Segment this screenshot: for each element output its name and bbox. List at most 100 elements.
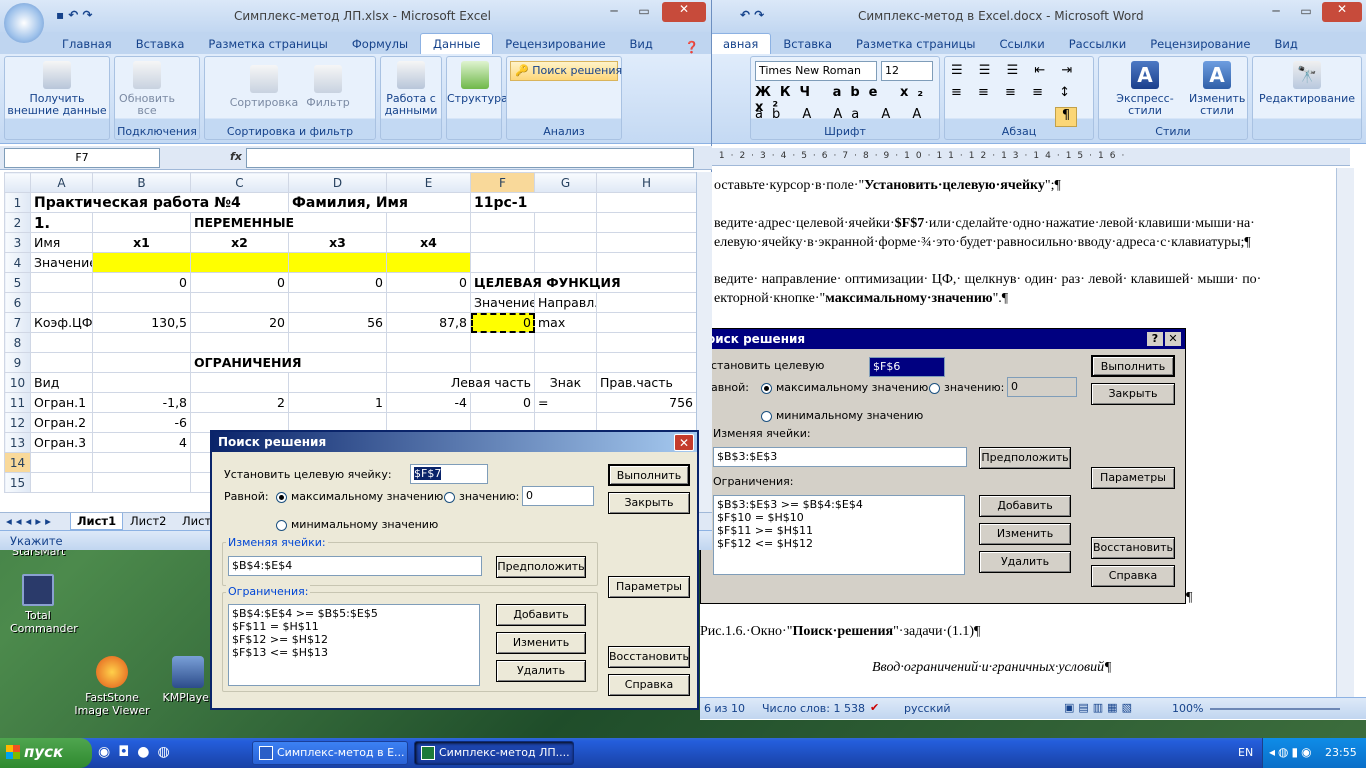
cell-a4[interactable]: Значение xyxy=(30,252,93,273)
cell-h11[interactable]: 756 xyxy=(596,392,697,413)
cell-f5[interactable]: ЦЕЛЕВАЯ ФУНКЦИЯ xyxy=(470,272,697,293)
tab-view[interactable]: Вид xyxy=(618,34,665,54)
tab-mailings[interactable]: Рассылки xyxy=(1057,34,1138,54)
col-header[interactable]: G xyxy=(534,172,597,193)
value-field[interactable]: 0 xyxy=(522,486,594,506)
tab-home[interactable]: авная xyxy=(710,33,772,54)
tab-formulas[interactable]: Формулы xyxy=(340,34,420,54)
status-page[interactable]: 6 из 10 xyxy=(704,702,745,715)
express-styles-button[interactable]: A Экспресс-стили xyxy=(1103,61,1187,117)
cell-d11[interactable]: 1 xyxy=(288,392,387,413)
tab-page-layout[interactable]: Разметка страницы xyxy=(196,34,339,54)
sheet-tab-1[interactable]: Лист1 xyxy=(70,513,124,530)
cell-d5[interactable]: 0 xyxy=(288,272,387,293)
list-buttons[interactable]: ☰ ☰ ☰ ⇤ ⇥ xyxy=(951,63,1078,78)
zoom-level[interactable]: 100% xyxy=(1172,702,1203,715)
cell-e4[interactable] xyxy=(386,252,471,273)
formula-input[interactable] xyxy=(246,148,694,168)
sheet-nav-icons[interactable]: ◂◂◂▸▸ xyxy=(6,514,55,528)
cell-g10[interactable]: Знак xyxy=(534,372,597,393)
maximize-icon[interactable]: ▭ xyxy=(630,4,658,18)
close-button[interactable]: Закрыть xyxy=(608,492,690,514)
minimize-icon[interactable]: ─ xyxy=(600,4,628,18)
cell-a7[interactable]: Коэф.ЦФ xyxy=(30,312,93,333)
cell-a12[interactable]: Огран.2 xyxy=(30,412,93,433)
minimize-icon[interactable]: ─ xyxy=(1262,4,1290,22)
clock[interactable]: 23:55 xyxy=(1325,746,1357,759)
cell-a1[interactable]: Практическая работа №4 xyxy=(30,192,289,213)
cell-b13[interactable]: 4 xyxy=(92,432,191,453)
restore-button[interactable]: Восстановить xyxy=(608,646,690,668)
cell-b4[interactable] xyxy=(92,252,191,273)
cell-g11[interactable]: = xyxy=(534,392,597,413)
cell-f11[interactable]: 0 xyxy=(470,392,535,413)
cell-a11[interactable]: Огран.1 xyxy=(30,392,93,413)
color-buttons[interactable]: ab A Aa A A xyxy=(755,107,930,122)
cell-g6[interactable]: Направл. xyxy=(534,292,597,313)
cell-b5[interactable]: 0 xyxy=(92,272,191,293)
task-excel[interactable]: Симплекс-метод ЛП.... xyxy=(414,741,574,765)
tab-insert[interactable]: Вставка xyxy=(124,34,197,54)
change-button[interactable]: Изменить xyxy=(496,632,586,654)
editing-button[interactable]: 🔭 Редактирование xyxy=(1257,61,1357,105)
cell-a3[interactable]: Имя xyxy=(30,232,93,253)
params-button[interactable]: Параметры xyxy=(608,576,690,598)
cell-d3[interactable]: x3 xyxy=(288,232,387,253)
cell-b3[interactable]: x1 xyxy=(92,232,191,253)
fx-icon[interactable]: fx xyxy=(230,150,242,163)
cell-c9[interactable]: ОГРАНИЧЕНИЯ xyxy=(190,352,387,373)
office-button[interactable] xyxy=(4,3,44,43)
data-tools-button[interactable]: Работа с данными xyxy=(383,61,439,117)
col-header[interactable]: D xyxy=(288,172,387,193)
change-styles-button[interactable]: A Изменить стили xyxy=(1189,61,1245,117)
target-field[interactable]: $F$7 xyxy=(410,464,488,484)
changing-field[interactable]: $B$4:$E$4 xyxy=(228,556,482,576)
cell-c2[interactable]: ПЕРЕМЕННЫЕ xyxy=(190,212,387,233)
cell-f7[interactable]: 0 xyxy=(470,312,535,333)
tab-layout[interactable]: Разметка страницы xyxy=(844,34,987,54)
run-button[interactable]: Выполнить xyxy=(608,464,690,486)
cell-b7[interactable]: 130,5 xyxy=(92,312,191,333)
close-icon[interactable]: ✕ xyxy=(674,434,694,451)
tab-review[interactable]: Рецензирование xyxy=(1138,34,1262,54)
maximize-icon[interactable]: ▭ xyxy=(1292,4,1320,22)
sort-button[interactable]: Сортировка xyxy=(229,65,299,109)
tab-data[interactable]: Данные xyxy=(420,33,494,54)
tray-icons[interactable]: ◂◍▮◉ xyxy=(1269,745,1315,759)
col-header[interactable]: A xyxy=(30,172,93,193)
excel-qat[interactable]: ▪ ↶ ↷ xyxy=(56,8,93,22)
cell-d1[interactable]: Фамилия, Имя xyxy=(288,192,471,213)
col-header[interactable]: B xyxy=(92,172,191,193)
quick-launch[interactable]: ◉◘●◍ xyxy=(98,744,178,760)
help-button[interactable]: Справка xyxy=(608,674,690,696)
delete-button[interactable]: Удалить xyxy=(496,660,586,682)
tray-lang[interactable]: EN xyxy=(1238,746,1253,759)
cell-a2[interactable]: 1. xyxy=(30,212,93,233)
structure-button[interactable]: Структура xyxy=(447,61,508,105)
help-icon[interactable]: ❓ xyxy=(685,40,699,54)
refresh-button[interactable]: Обновить все xyxy=(117,61,177,117)
pilcrow-button[interactable]: ¶ xyxy=(1055,107,1077,127)
cell-f1[interactable]: 11рс-1 xyxy=(470,192,597,213)
cell-c4[interactable] xyxy=(190,252,289,273)
max-radio[interactable]: максимальному значению xyxy=(276,490,443,503)
tab-view[interactable]: Вид xyxy=(1262,34,1309,54)
cell-a13[interactable]: Огран.3 xyxy=(30,432,93,453)
cell-c5[interactable]: 0 xyxy=(190,272,289,293)
col-header[interactable]: F xyxy=(470,172,535,193)
cell-c7[interactable]: 20 xyxy=(190,312,289,333)
solver-button[interactable]: 🔑 Поиск решения xyxy=(510,61,622,81)
guess-button[interactable]: Предположить xyxy=(496,556,586,578)
spellcheck-icon[interactable]: ✔ xyxy=(870,701,879,714)
align-buttons[interactable]: ≡ ≡ ≡ ≡ ↕ xyxy=(951,85,1076,100)
view-buttons[interactable]: ▣▤▥▦▧ xyxy=(1064,701,1136,714)
cell-d7[interactable]: 56 xyxy=(288,312,387,333)
col-header[interactable]: H xyxy=(596,172,697,193)
close-icon[interactable]: ✕ xyxy=(662,2,706,22)
cell-e11[interactable]: -4 xyxy=(386,392,471,413)
tab-insert[interactable]: Вставка xyxy=(771,34,844,54)
desktop-icon-kmplayer[interactable]: KMPlayer xyxy=(160,656,216,704)
cell-c11[interactable]: 2 xyxy=(190,392,289,413)
cell-e10[interactable]: Левая часть xyxy=(386,372,535,393)
constraints-list[interactable]: $B$4:$E$4 >= $B$5:$E$5 $F$11 = $H$11 $F$… xyxy=(228,604,480,686)
